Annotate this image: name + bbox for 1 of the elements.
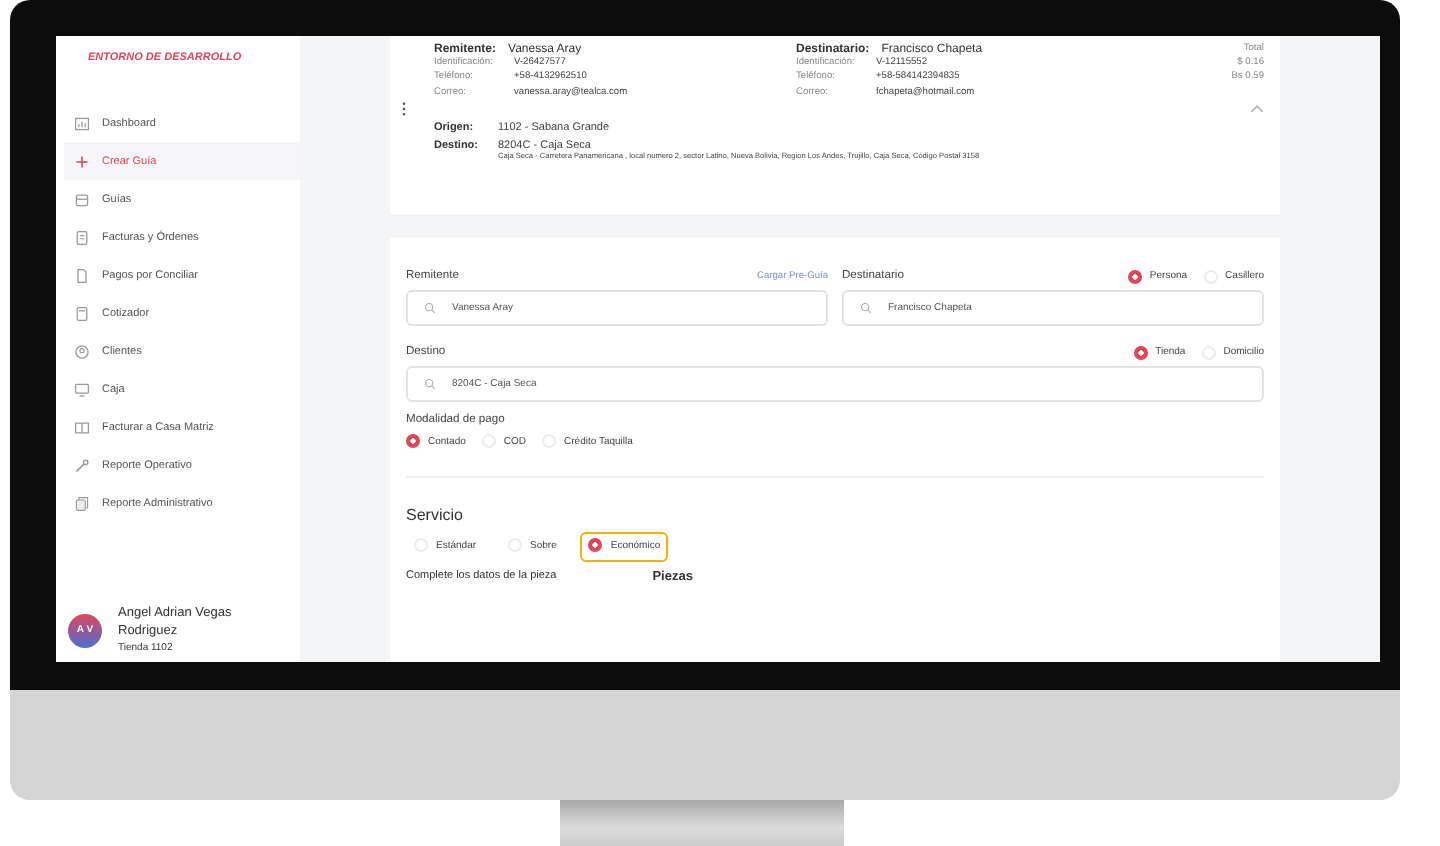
section-title: Servicio: [406, 506, 465, 524]
